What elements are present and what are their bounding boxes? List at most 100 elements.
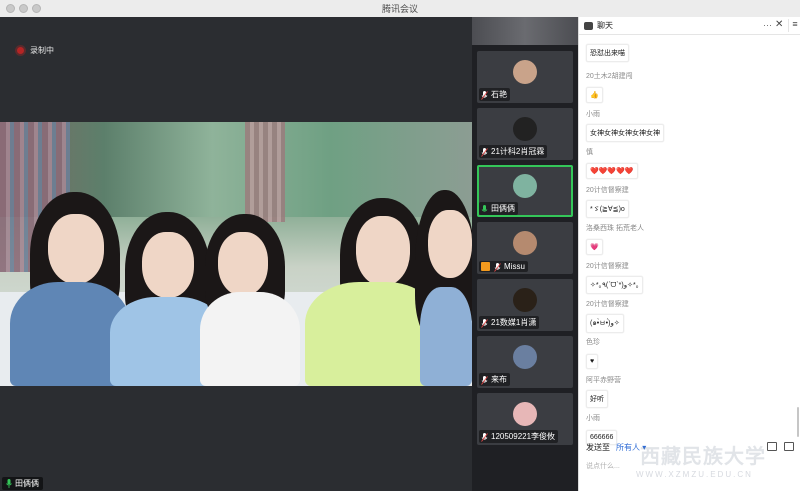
avatar [513,174,537,198]
message-bubble: ❤️❤️❤️❤️❤️ [586,163,638,179]
file-upload-icon[interactable] [784,442,794,451]
microphone-off-icon [481,432,489,442]
avatar [513,117,537,141]
chat-message: 洛桑西珠 拓荒老人 💗 [586,223,644,255]
message-bubble: 好听 [586,390,608,408]
send-to-row: 发送至 所有人 ▾ [586,442,646,453]
send-to-label: 发送至 [586,443,610,452]
participant-name: 石艳 [491,90,507,99]
video-figure [200,292,300,386]
chat-message-list[interactable]: 恐怼出来喵 20土木2胡建闯 👍 小雨 女神女神女神女神女神慎 ❤️❤️❤️❤️❤️ 20计… [579,34,800,447]
video-figure [420,287,472,386]
speaker-video [0,122,472,386]
close-chat-button[interactable]: ✕ [775,19,783,30]
image-upload-icon[interactable] [767,442,777,451]
participant-name-tag: 120509221李俊攸 [479,430,559,443]
participant-name-tag: 21计科2肖冠霖 [479,145,548,158]
avatar [513,231,537,255]
message-bubble: ♥ [586,354,599,369]
participant-name: 来布 [491,375,507,384]
participant-name-tag: 石艳 [479,88,510,101]
participant-name: 120509221李俊攸 [491,432,556,441]
microphone-on-icon [481,204,489,213]
chat-bubble-icon [584,21,593,30]
microphone-off-icon [494,262,502,272]
participant-name-tag: 田俩俩 [479,202,518,215]
main-video-area: 录制中 [0,17,472,491]
message-sender: 20计信督察建 [586,263,629,270]
message-bubble: 女神女神女神女神女神 [586,124,664,142]
chat-message: 阿平赤野营 好听 [586,375,621,408]
window-titlebar: 腾讯会议 [0,0,800,18]
chat-message: 20计信督察建 ✧*｡٩(ˊᗜˋ*)و✧*｡ [586,261,644,294]
message-sender: 阿平赤野营 [586,377,621,384]
message-bubble: 👍 [586,87,603,103]
speaker-name: 田俩俩 [15,479,39,488]
message-sender: 20计信督察建 [586,301,629,308]
message-sender: 20计信督察建 [586,187,629,194]
participant-name: 21计科2肖冠霖 [491,147,545,156]
chat-message: 色珍 ♥ [586,337,600,369]
avatar [513,402,537,426]
avatar [513,288,537,312]
avatar [513,345,537,369]
speaker-name-tag: 田俩俩 [2,477,43,490]
participant-tile[interactable]: 石艳 [477,51,573,103]
chat-message: 20土木2胡建闯 👍 [586,71,633,103]
chat-title: 聊天 [597,21,613,30]
microphone-on-icon [6,479,12,488]
message-sender: 洛桑西珠 拓荒老人 [586,225,644,232]
message-sender: 色珍 [586,339,600,346]
menu-button[interactable]: ≡ [788,19,800,32]
participant-name: 田俩俩 [491,204,515,213]
more-options-button[interactable]: ··· [763,20,772,30]
strip-header [472,17,578,45]
chat-message: 慎 ❤️❤️❤️❤️❤️ [586,147,638,179]
window-title: 腾讯会议 [381,4,418,14]
host-badge-icon [481,262,490,271]
chat-message: 20计信督察建 (๑•̀ㅂ•́)و✧ [586,299,629,333]
chat-message: 小雨 666666 [586,413,618,445]
participant-tile[interactable]: 21计科2肖冠霖 [477,108,573,160]
microphone-off-icon [481,375,489,385]
chat-panel: 聊天 ··· ✕ ≡ 恐怼出来喵 20土木2胡建闯 👍 小雨 女神女神女神女神女神慎 ❤️… [578,17,800,491]
participant-tile[interactable]: 120509221李俊攸 [477,393,573,445]
participant-name: Missu [504,262,525,271]
chat-message: 小雨女神女神女神女神女神 [586,109,664,142]
participant-tile[interactable]: 21数媒1肖潇 [477,279,573,331]
recording-indicator: 录制中 [17,45,54,56]
message-sender: 小雨 [586,415,600,422]
chat-message: 20计信督察建 *ゞ(≧∀≦)o [586,185,629,218]
video-figure [218,232,268,296]
message-bubble: (๑•̀ㅂ•́)و✧ [586,314,624,333]
participant-name-tag: 来布 [479,373,510,386]
video-figure [356,216,410,286]
microphone-off-icon [481,318,489,328]
message-bubble: 恐怼出来喵 [586,44,629,62]
participant-name-tag: 21数媒1肖潇 [479,316,540,329]
participant-tile[interactable]: 田俩俩 [477,165,573,217]
message-sender: 慎 [586,149,593,156]
microphone-off-icon [481,147,489,157]
participant-tile[interactable]: 来布 [477,336,573,388]
message-sender: 小雨 [586,111,600,118]
video-figure [428,210,472,278]
watermark-url: WWW.XZMZU.EDU.CN [636,470,753,479]
message-bubble: *ゞ(≧∀≦)o [586,200,629,218]
participant-name: 21数媒1肖潇 [491,318,537,327]
video-figure [48,214,104,284]
participant-tile[interactable]: Missu [477,222,573,274]
chat-scrollbar[interactable] [797,407,799,437]
microphone-off-icon [481,90,489,100]
chat-message: 恐怼出来喵 [586,42,629,62]
participant-name-tag: Missu [479,261,528,272]
recording-label: 录制中 [30,46,54,55]
chat-input[interactable]: 说点什么... [586,461,620,471]
message-bubble: ✧*｡٩(ˊᗜˋ*)و✧*｡ [586,276,644,294]
video-figure [142,232,194,298]
send-to-dropdown[interactable]: 所有人 ▾ [616,442,646,453]
video-curtain [245,122,285,222]
message-bubble: 💗 [586,239,603,255]
message-sender: 20土木2胡建闯 [586,73,633,80]
avatar [513,60,537,84]
